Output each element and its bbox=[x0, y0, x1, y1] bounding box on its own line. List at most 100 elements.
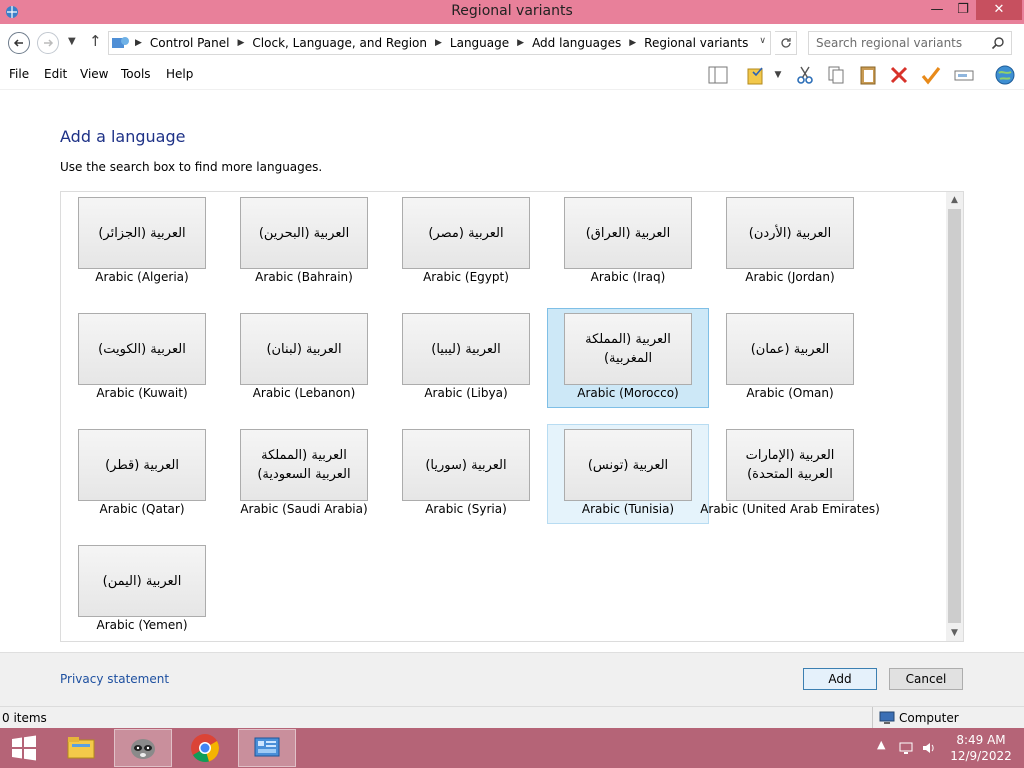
back-button[interactable] bbox=[8, 32, 30, 54]
window-title: Regional variants bbox=[451, 3, 573, 19]
language-tile-selected[interactable]: العربية (المملكة المغربية) Arabic (Moroc… bbox=[547, 308, 709, 408]
language-tile[interactable]: العربية (الإمارات العربية المتحدة) Arabi… bbox=[700, 424, 880, 524]
search-icon[interactable] bbox=[991, 36, 1005, 50]
maximize-button[interactable]: ❐ bbox=[950, 0, 976, 20]
language-name: Arabic (Yemen) bbox=[96, 618, 188, 632]
chevron-right-icon[interactable]: ▶ bbox=[517, 38, 524, 48]
breadcrumb-item[interactable]: Regional variants bbox=[644, 36, 748, 50]
language-tile[interactable]: العربية (اليمن) Arabic (Yemen) bbox=[61, 540, 223, 640]
language-native-name: العربية (تونس) bbox=[564, 429, 692, 501]
taskbar-app-raccoon[interactable] bbox=[114, 729, 172, 767]
language-tile[interactable]: العربية (العراق) Arabic (Iraq) bbox=[547, 192, 709, 292]
scroll-down-arrow[interactable]: ▼ bbox=[946, 625, 963, 641]
properties-button[interactable] bbox=[743, 63, 769, 87]
menu-edit[interactable]: Edit bbox=[44, 67, 67, 81]
search-input[interactable] bbox=[809, 32, 985, 54]
paste-button[interactable] bbox=[855, 63, 881, 87]
breadcrumb-item[interactable]: Clock, Language, and Region bbox=[252, 36, 427, 50]
menu-file[interactable]: File bbox=[9, 67, 29, 81]
raccoon-icon bbox=[131, 739, 155, 759]
address-bar[interactable]: ▶ Control Panel ▶ Clock, Language, and R… bbox=[108, 31, 771, 55]
chevron-down-icon[interactable]: ∨ bbox=[759, 36, 766, 46]
language-tile[interactable]: العربية (المملكة العربية السعودية) Arabi… bbox=[223, 424, 385, 524]
cut-button[interactable] bbox=[792, 63, 818, 87]
chevron-right-icon: ▶ bbox=[135, 38, 142, 48]
system-clock[interactable]: 8:49 AM 12/9/2022 bbox=[946, 732, 1016, 764]
volume-icon[interactable] bbox=[921, 740, 937, 756]
search-box[interactable] bbox=[808, 31, 1012, 55]
language-native-name: العربية (اليمن) bbox=[78, 545, 206, 617]
language-native-name: العربية (الأردن) bbox=[726, 197, 854, 269]
title-bar: Regional variants — ❐ ✕ bbox=[0, 0, 1024, 24]
main-content: Add a language Use the search box to fin… bbox=[0, 90, 1024, 652]
language-tile[interactable]: العربية (ليبيا) Arabic (Libya) bbox=[385, 308, 547, 408]
language-native-name: العربية (الإمارات العربية المتحدة) bbox=[726, 429, 854, 501]
forward-button[interactable] bbox=[37, 32, 59, 54]
delete-button[interactable] bbox=[886, 63, 912, 87]
show-hidden-icons-button[interactable]: ▲ bbox=[877, 738, 885, 751]
breadcrumb-item[interactable]: Language bbox=[450, 36, 509, 50]
scroll-thumb[interactable] bbox=[948, 209, 961, 623]
scroll-up-arrow[interactable]: ▲ bbox=[946, 192, 963, 208]
language-tile[interactable]: العربية (قطر) Arabic (Qatar) bbox=[61, 424, 223, 524]
chevron-right-icon[interactable]: ▶ bbox=[629, 38, 636, 48]
vertical-scrollbar[interactable]: ▲ ▼ bbox=[946, 192, 963, 641]
chevron-right-icon[interactable]: ▶ bbox=[435, 38, 442, 48]
privacy-statement-link[interactable]: Privacy statement bbox=[60, 672, 169, 686]
breadcrumb-item[interactable]: Add languages bbox=[532, 36, 621, 50]
language-tile[interactable]: العربية (عمان) Arabic (Oman) bbox=[709, 308, 871, 408]
copy-button[interactable] bbox=[823, 63, 849, 87]
language-name: Arabic (Kuwait) bbox=[96, 386, 188, 400]
language-name: Arabic (Iraq) bbox=[590, 270, 666, 284]
language-list[interactable]: العربية (الجزائر) Arabic (Algeria) العرب… bbox=[60, 191, 964, 642]
minimize-button[interactable]: — bbox=[924, 0, 950, 20]
delete-x-icon bbox=[890, 66, 908, 84]
computer-icon bbox=[879, 711, 895, 724]
language-native-name: العربية (ليبيا) bbox=[402, 313, 530, 385]
taskbar-chrome[interactable] bbox=[176, 729, 234, 767]
network-icon[interactable] bbox=[898, 740, 914, 756]
cancel-button[interactable]: Cancel bbox=[889, 668, 963, 690]
checkmark-icon bbox=[921, 67, 941, 85]
clock-time: 8:49 AM bbox=[956, 733, 1006, 747]
language-tile[interactable]: العربية (البحرين) Arabic (Bahrain) bbox=[223, 192, 385, 292]
language-tile[interactable]: العربية (الكويت) Arabic (Kuwait) bbox=[61, 308, 223, 408]
recent-pages-dropdown[interactable]: ▼ bbox=[68, 36, 76, 47]
globe-button[interactable] bbox=[990, 63, 1020, 87]
language-name: Arabic (Jordan) bbox=[745, 270, 835, 284]
language-native-name: العربية (الكويت) bbox=[78, 313, 206, 385]
language-tile[interactable]: العربية (لبنان) Arabic (Lebanon) bbox=[223, 308, 385, 408]
close-button[interactable]: ✕ bbox=[976, 0, 1022, 20]
clock-date: 12/9/2022 bbox=[950, 749, 1012, 763]
menu-view[interactable]: View bbox=[80, 67, 108, 81]
apply-button[interactable] bbox=[918, 63, 944, 87]
arrow-left-icon bbox=[13, 39, 23, 47]
language-name: Arabic (Morocco) bbox=[577, 386, 679, 400]
add-button[interactable]: Add bbox=[803, 668, 877, 690]
language-tile-hover[interactable]: العربية (تونس) Arabic (Tunisia) bbox=[547, 424, 709, 524]
scissors-icon bbox=[797, 66, 813, 84]
status-bar: 0 items Computer bbox=[0, 706, 1024, 728]
language-tile[interactable]: العربية (الجزائر) Arabic (Algeria) bbox=[61, 192, 223, 292]
taskbar-file-explorer[interactable] bbox=[52, 729, 110, 767]
rename-button[interactable] bbox=[951, 63, 977, 87]
page-title: Add a language bbox=[60, 127, 186, 146]
language-tile[interactable]: العربية (مصر) Arabic (Egypt) bbox=[385, 192, 547, 292]
start-button[interactable] bbox=[0, 729, 48, 767]
refresh-button[interactable] bbox=[775, 31, 797, 55]
language-name: Arabic (Tunisia) bbox=[581, 502, 675, 516]
language-tile[interactable]: العربية (سوريا) Arabic (Syria) bbox=[385, 424, 547, 524]
up-button[interactable]: ↑ bbox=[89, 32, 102, 50]
layout-icon bbox=[708, 66, 728, 84]
breadcrumb-item[interactable]: Control Panel bbox=[150, 36, 230, 50]
menu-help[interactable]: Help bbox=[166, 67, 193, 81]
menu-tools[interactable]: Tools bbox=[121, 67, 151, 81]
language-native-name: العربية (المملكة العربية السعودية) bbox=[240, 429, 368, 501]
folder-check-icon bbox=[747, 67, 763, 85]
taskbar-control-panel[interactable] bbox=[238, 729, 296, 767]
language-name: Arabic (Lebanon) bbox=[252, 386, 356, 400]
language-tile[interactable]: العربية (الأردن) Arabic (Jordan) bbox=[709, 192, 871, 292]
layout-button[interactable] bbox=[705, 63, 731, 87]
chevron-right-icon[interactable]: ▶ bbox=[238, 38, 245, 48]
properties-dropdown[interactable]: ▼ bbox=[770, 63, 786, 87]
